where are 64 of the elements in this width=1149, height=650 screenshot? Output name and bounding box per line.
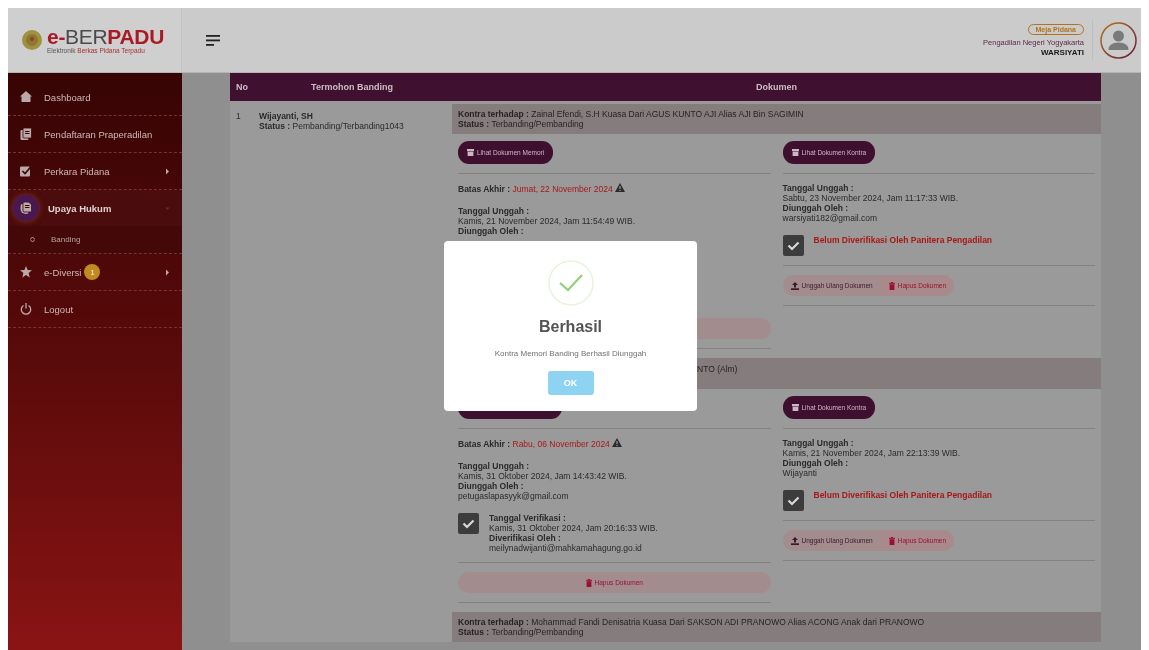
home-icon [20, 91, 32, 103]
uploader-label: Diunggah Oleh : [782, 458, 850, 468]
archive-icon [467, 149, 474, 156]
logo-title: e-BERPADU [47, 26, 165, 47]
case-header: Kontra terhadap : Mohammad Fandi Denisatria Kuasa Dari SAKSON ADI PRANOWO Alias ACONG Anak dari PRANOWO Status : Terbanding/Pembanding [452, 612, 1101, 642]
upload-icon [790, 536, 799, 545]
appellee-name: Wijayanti, SH [259, 111, 314, 121]
verifier: meilynadwijanti@mahkamahagung.go.id [489, 543, 643, 553]
documents-icon [13, 195, 39, 221]
archive-icon [791, 149, 799, 156]
checkbox-icon [782, 235, 804, 256]
upload-date: Sabtu, 23 November 2024, Jam 11:17:33 WIB. [782, 193, 960, 203]
menu-icon[interactable] [206, 34, 220, 46]
uploader-label: Diunggah Oleh : [458, 226, 525, 236]
star-icon [20, 266, 32, 278]
upload-date: Kamis, 31 Oktober 2024, Jam 14:43:42 WIB. [458, 471, 628, 481]
documents-icon [20, 128, 32, 140]
appellee-status: Status : Pembanding/Terbanding1043 [259, 121, 405, 131]
deadline-text: Batas Akhir : Rabu, 06 November 2024 [458, 438, 771, 449]
upload-date: Kamis, 21 November 2024, Jam 22:13:39 WIB. [782, 448, 962, 458]
upload-date-label: Tanggal Unggah : [458, 206, 531, 216]
archive-icon [791, 404, 799, 411]
upload-date-label: Tanggal Unggah : [458, 461, 531, 471]
user-name: WARSIYATI [1040, 47, 1084, 57]
trash-icon [888, 536, 895, 545]
column-header: No [235, 82, 249, 92]
power-icon [20, 303, 32, 315]
uploader: warsiyati182@gmail.com [782, 213, 879, 223]
sidebar-item[interactable]: Upaya Hukum [8, 190, 182, 226]
uploader: petugaslapasyyk@gmail.com [458, 491, 570, 501]
upload-date: Kamis, 21 November 2024, Jam 11:54:49 WIB. [458, 216, 636, 226]
upload-date-label: Tanggal Unggah : [782, 438, 855, 448]
checkbox-icon [782, 490, 804, 511]
dialog-message: Kontra Memori Banding Berhasil Diunggah [494, 349, 647, 358]
trash-icon [585, 578, 592, 587]
verification-date-label: Tanggal Verifikasi : [489, 513, 567, 523]
uploader-label: Diunggah Oleh : [458, 481, 525, 491]
deadline-text: Batas Akhir : Jumat, 22 November 2024 [458, 183, 771, 194]
checkbox-icon [458, 513, 479, 534]
verification-date: Kamis, 31 Oktober 2024, Jam 20:16:33 WIB. [489, 523, 658, 533]
sidebar-item[interactable]: Pendaftaran Praperadilan [8, 116, 182, 153]
warning-icon [615, 183, 626, 192]
uploader: Wijayanti [782, 468, 818, 478]
column-header: Dokumen [755, 82, 798, 92]
upload-date-label: Tanggal Unggah : [782, 183, 855, 193]
verification-status: Belum Diverifikasi Oleh Panitera Pengadilan [813, 235, 993, 245]
uploader-label: Diunggah Oleh : [782, 203, 850, 213]
sidebar-item[interactable]: Logout [8, 291, 182, 328]
sidebar-item[interactable]: Dashboard [8, 79, 182, 116]
case-header: Kontra terhadap : Zainal Efendi, S.H Kuasa Dari AGUS KUNTO AJI Alias AJI Bin SAGIMIN Status : Terbanding/Pembanding [452, 104, 1101, 134]
dialog-title: Berhasil [538, 318, 603, 336]
sidebar-subitem[interactable]: Banding [8, 226, 182, 254]
checked-document-icon [20, 165, 32, 177]
upload-icon [790, 281, 799, 290]
verification-status: Belum Diverifikasi Oleh Panitera Pengadilan [813, 490, 993, 500]
warning-icon [612, 438, 623, 447]
row-number: 1 [235, 110, 242, 123]
success-check-icon [547, 260, 594, 306]
column-header: Termohon Banding [310, 82, 394, 92]
avatar-icon[interactable] [1100, 21, 1137, 59]
logo-emblem-icon [22, 30, 42, 50]
bullet-icon [30, 237, 35, 242]
trash-icon [888, 281, 895, 290]
verifier-label: Diverifikasi Oleh : [489, 533, 562, 543]
